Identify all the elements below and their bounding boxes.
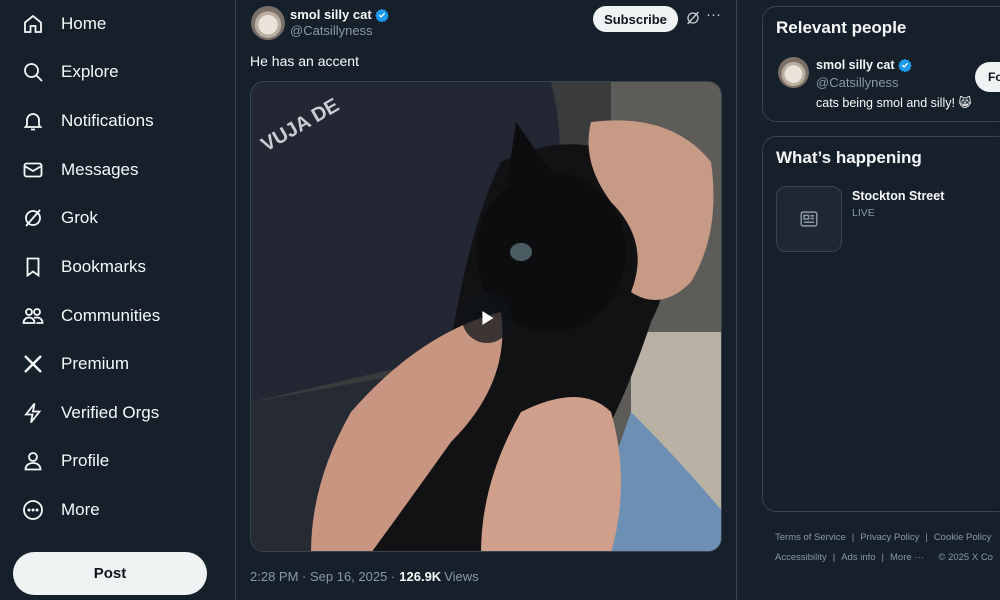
communities-icon: [20, 303, 46, 329]
author-name-row[interactable]: smol silly cat: [290, 7, 389, 22]
trend-status: LIVE: [852, 207, 875, 219]
footer-links: Terms of Service | Privacy Policy | Cookie P…: [775, 532, 993, 563]
nav-item-label: Grok: [61, 208, 98, 227]
lightning-icon: [20, 400, 46, 426]
play-button[interactable]: [462, 293, 512, 343]
whats-happening-title: What’s happening: [776, 148, 922, 167]
nav-item-label: Explore: [61, 62, 119, 81]
tweet-meta: 2:28 PM · Sep 16, 2025 · 126.9K Views: [250, 569, 479, 584]
tweet-detail: smol silly cat @Catsillyness Subscribe ·…: [236, 0, 737, 600]
follow-button[interactable]: Fo: [975, 62, 1000, 92]
nav-item-label: Profile: [61, 451, 110, 470]
person-bio: cats being smol and silly! 😸: [816, 96, 972, 110]
search-icon: [20, 59, 46, 85]
nav-item-label: Notifications: [61, 111, 154, 130]
bookmark-icon: [20, 254, 46, 280]
post-button[interactable]: Post: [13, 552, 207, 595]
nav-item-label: Communities: [61, 306, 161, 325]
whats-happening-card: What’s happening Stockton Street LIVE: [762, 136, 1000, 512]
video-player[interactable]: VUJA DE: [250, 81, 722, 552]
x-logo-icon: [20, 351, 46, 377]
footer-link-ads-info[interactable]: Ads info: [841, 552, 875, 563]
nav-item-explore[interactable]: Explore: [12, 50, 212, 94]
person-icon: [20, 448, 46, 474]
nav-item-grok[interactable]: Grok: [12, 196, 212, 240]
play-icon: [482, 311, 494, 325]
app-root: Home Explore Notifications Messages Grok: [0, 0, 1000, 600]
author-handle[interactable]: @Catsillyness: [290, 23, 373, 38]
footer-link-accessibility[interactable]: Accessibility: [775, 552, 827, 563]
person-avatar[interactable]: [778, 57, 809, 88]
left-navigation: Home Explore Notifications Messages Grok: [0, 0, 236, 600]
nav-item-messages[interactable]: Messages: [12, 148, 212, 192]
nav-item-label: More: [61, 500, 100, 519]
nav-item-more[interactable]: More: [12, 488, 212, 532]
relevant-people-title: Relevant people: [776, 18, 907, 37]
nav-item-home[interactable]: Home: [12, 2, 212, 46]
nav-item-label: Home: [61, 14, 107, 33]
grok-icon[interactable]: [685, 10, 701, 26]
nav-item-notifications[interactable]: Notifications: [12, 99, 212, 143]
trend-thumbnail[interactable]: [776, 186, 842, 252]
grok-icon: [20, 205, 46, 231]
footer-link-terms[interactable]: Terms of Service: [775, 532, 846, 543]
trend-title[interactable]: Stockton Street: [852, 189, 944, 203]
bell-icon: [20, 108, 46, 134]
subscribe-button[interactable]: Subscribe: [593, 6, 678, 32]
right-sidebar: Relevant people smol silly cat @Catsilly…: [737, 0, 1000, 600]
tweet-timestamp[interactable]: 2:28 PM · Sep 16, 2025 ·: [250, 569, 395, 584]
author-name[interactable]: smol silly cat: [290, 7, 372, 22]
nav-item-premium[interactable]: Premium: [12, 342, 212, 386]
nav-item-bookmarks[interactable]: Bookmarks: [12, 245, 212, 289]
views-label: Views: [444, 569, 479, 584]
footer-copyright: © 2025 X Co: [938, 552, 993, 563]
nav-item-label: Bookmarks: [61, 257, 147, 276]
nav-item-label: Messages: [61, 160, 139, 179]
nav-item-label: Verified Orgs: [61, 403, 160, 422]
more-options-icon[interactable]: ···: [706, 6, 722, 26]
tweet-text: He has an accent: [250, 53, 359, 69]
person-name[interactable]: smol silly cat: [816, 58, 895, 72]
nav-item-verified-orgs[interactable]: Verified Orgs: [12, 391, 212, 435]
footer-link-cookie[interactable]: Cookie Policy: [934, 532, 992, 543]
person-name-row[interactable]: smol silly cat: [816, 58, 912, 72]
verified-badge-icon: [374, 8, 389, 22]
nav-item-profile[interactable]: Profile: [12, 439, 212, 483]
footer-link-privacy[interactable]: Privacy Policy: [860, 532, 919, 543]
news-icon: [800, 211, 818, 227]
envelope-icon: [20, 157, 46, 183]
nav-item-communities[interactable]: Communities: [12, 294, 212, 338]
more-circle-icon: [20, 497, 46, 523]
verified-badge-icon: [897, 58, 912, 72]
nav-item-label: Premium: [61, 354, 130, 373]
views-count: 126.9K: [399, 569, 442, 584]
person-handle[interactable]: @Catsillyness: [816, 75, 899, 90]
home-icon: [20, 11, 46, 37]
author-avatar[interactable]: [251, 6, 285, 40]
footer-link-more[interactable]: More ···: [890, 552, 924, 563]
relevant-people-card: Relevant people smol silly cat @Catsilly…: [762, 6, 1000, 122]
